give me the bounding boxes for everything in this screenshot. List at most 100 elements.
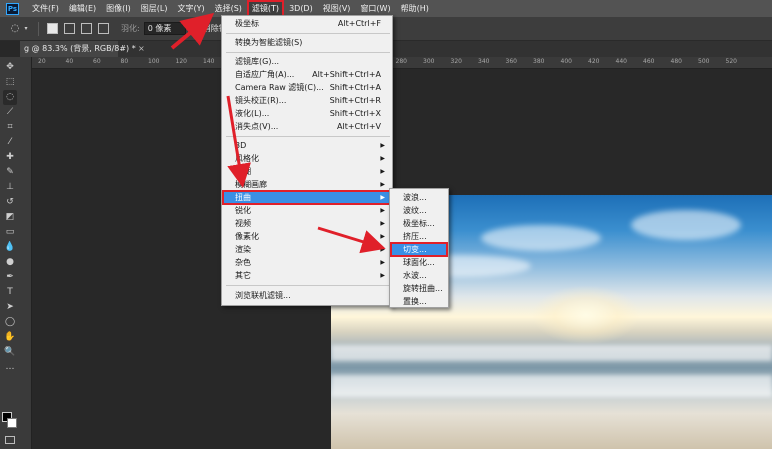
document-tab[interactable]: g @ 83.3% (背景, RGB/8#) * (20, 41, 136, 57)
move-tool-icon[interactable]: ✥ (3, 60, 17, 75)
divider (38, 21, 39, 36)
shape-tool-icon[interactable]: ◯ (3, 315, 17, 330)
history-brush-icon[interactable]: ↺ (3, 195, 17, 210)
menu-image[interactable]: 图像(I) (101, 0, 136, 17)
menu-item-filter-gallery[interactable]: 滤镜库(G)... (223, 55, 391, 68)
menu-help[interactable]: 帮助(H) (396, 0, 434, 17)
marquee-tool-icon[interactable]: ⬚ (3, 75, 17, 90)
ruler-tick-label: 380 (533, 58, 545, 65)
lasso-preset-icon[interactable]: ◌ (8, 23, 22, 35)
menu-item-stylize[interactable]: 风格化 ▶ (223, 152, 391, 165)
submenu-item-pinch[interactable]: 挤压... (391, 230, 447, 243)
menu-item-blur[interactable]: 模糊 ▶ (223, 165, 391, 178)
submenu-item-wave[interactable]: 波浪... (391, 191, 447, 204)
menu-item-vanishing-point[interactable]: 消失点(V)... Alt+Ctrl+V (223, 120, 391, 133)
wave-foam (331, 375, 772, 397)
submenu-arrow-icon: ▶ (380, 168, 385, 175)
menu-separator (226, 136, 390, 137)
menu-edit[interactable]: 编辑(E) (64, 0, 101, 17)
more-tools-icon[interactable]: … (3, 360, 17, 375)
eraser-tool-icon[interactable]: ◩ (3, 210, 17, 225)
ruler-tick-label: 60 (93, 58, 101, 65)
ruler-tick-label: 440 (615, 58, 627, 65)
submenu-arrow-icon: ▶ (380, 155, 385, 162)
ruler-tick-label: 480 (670, 58, 682, 65)
menu-item-sharpen[interactable]: 锐化 ▶ (223, 204, 391, 217)
submenu-item-twirl[interactable]: 旋转扭曲... (391, 282, 447, 295)
horizontal-ruler: 2040608010012014016018020022024026028030… (32, 57, 772, 69)
subtract-selection-icon[interactable] (81, 23, 92, 34)
menu-item-pixelate[interactable]: 像素化 ▶ (223, 230, 391, 243)
menu-item-noise[interactable]: 杂色 ▶ (223, 256, 391, 269)
intersect-selection-icon[interactable] (98, 23, 109, 34)
healing-brush-icon[interactable]: ✚ (3, 150, 17, 165)
pen-tool-icon[interactable]: ✒ (3, 270, 17, 285)
submenu-arrow-icon: ▶ (380, 246, 385, 253)
feather-input[interactable]: 0 像素 (143, 22, 186, 35)
path-select-icon[interactable]: ➤ (3, 300, 17, 315)
new-selection-icon[interactable] (47, 23, 58, 34)
menu-item-lens-correction[interactable]: 镜头校正(R)... Shift+Ctrl+R (223, 94, 391, 107)
menu-item-other[interactable]: 其它 ▶ (223, 269, 391, 282)
menu-item-3d[interactable]: 3D ▶ (223, 139, 391, 152)
type-tool-icon[interactable]: T (3, 285, 17, 300)
submenu-item-shear[interactable]: 切变... (390, 242, 448, 257)
ruler-tick-label: 420 (588, 58, 600, 65)
close-icon[interactable]: × (138, 44, 145, 53)
menu-item-camera-raw[interactable]: Camera Raw 滤镜(C)... Shift+Ctrl+A (223, 81, 391, 94)
submenu-item-displace[interactable]: 置换... (391, 295, 447, 308)
dodge-tool-icon[interactable]: ● (3, 255, 17, 270)
ruler-tick-label: 80 (120, 58, 129, 65)
eyedropper-tool-icon[interactable]: ⁄ (3, 135, 17, 150)
add-to-selection-icon[interactable] (64, 23, 75, 34)
quick-select-tool-icon[interactable]: ⟋ (3, 105, 17, 120)
submenu-item-spherize[interactable]: 球面化... (391, 256, 447, 269)
background-color-swatch[interactable] (7, 418, 17, 428)
quick-mask-icon[interactable] (5, 436, 15, 444)
submenu-item-polar-coordinates[interactable]: 极坐标... (391, 217, 447, 230)
feather-label: 羽化: (121, 24, 140, 33)
sun-glow (531, 285, 641, 345)
lasso-tool-icon[interactable]: ◌ (3, 90, 17, 105)
ruler-tick-label: 280 (395, 58, 407, 65)
menu-item-last-filter[interactable]: 极坐标 Alt+Ctrl+F (223, 17, 391, 30)
distort-submenu: 波浪... 波纹... 极坐标... 挤压... 切变... 球面化... 水波… (389, 188, 449, 308)
zoom-tool-icon[interactable]: 🔍 (3, 345, 17, 360)
ruler-tick-label: 400 (560, 58, 572, 65)
ruler-tick-label: 360 (505, 58, 517, 65)
menu-item-browse-online[interactable]: 浏览联机滤镜... (223, 289, 391, 302)
menu-type[interactable]: 文字(Y) (172, 0, 209, 17)
menu-file[interactable]: 文件(F) (27, 0, 64, 17)
ruler-tick-label: 520 (725, 58, 737, 65)
menu-item-distort[interactable]: 扭曲 ▶ (222, 190, 392, 205)
chevron-down-icon[interactable]: ▾ (22, 23, 30, 35)
menu-item-convert-smart-filter[interactable]: 转换为智能滤镜(S) (223, 36, 391, 49)
cloud (481, 225, 601, 251)
menu-separator (226, 285, 390, 286)
hand-tool-icon[interactable]: ✋ (3, 330, 17, 345)
submenu-item-zigzag[interactable]: 水波... (391, 269, 447, 282)
ruler-tick-label: 20 (38, 58, 46, 65)
menu-item-render[interactable]: 渲染 ▶ (223, 243, 391, 256)
cloud (631, 210, 741, 240)
brush-tool-icon[interactable]: ✎ (3, 165, 17, 180)
submenu-item-ripple[interactable]: 波纹... (391, 204, 447, 217)
menu-item-video[interactable]: 视频 ▶ (223, 217, 391, 230)
menu-layer[interactable]: 图层(L) (136, 0, 173, 17)
blur-tool-icon[interactable]: 💧 (3, 240, 17, 255)
ruler-tick-label: 300 (423, 58, 435, 65)
gradient-tool-icon[interactable]: ▭ (3, 225, 17, 240)
crop-tool-icon[interactable]: ⌗ (3, 120, 17, 135)
photoshop-logo-icon: Ps (6, 2, 19, 15)
menu-item-adaptive-wide-angle[interactable]: 自适应广角(A)... Alt+Shift+Ctrl+A (223, 68, 391, 81)
stamp-tool-icon[interactable]: ⊥ (3, 180, 17, 195)
menu-separator (226, 52, 390, 53)
submenu-arrow-icon: ▶ (380, 220, 385, 227)
antialias-checkbox[interactable]: ✓ (191, 24, 201, 33)
ruler-tick-label: 340 (478, 58, 490, 65)
ruler-tick-label: 500 (698, 58, 710, 65)
menu-item-liquify[interactable]: 液化(L)... Shift+Ctrl+X (223, 107, 391, 120)
submenu-arrow-icon: ▶ (380, 142, 385, 149)
ruler-tick-label: 320 (450, 58, 462, 65)
menu-item-blur-gallery[interactable]: 模糊画廊 ▶ (223, 178, 391, 191)
